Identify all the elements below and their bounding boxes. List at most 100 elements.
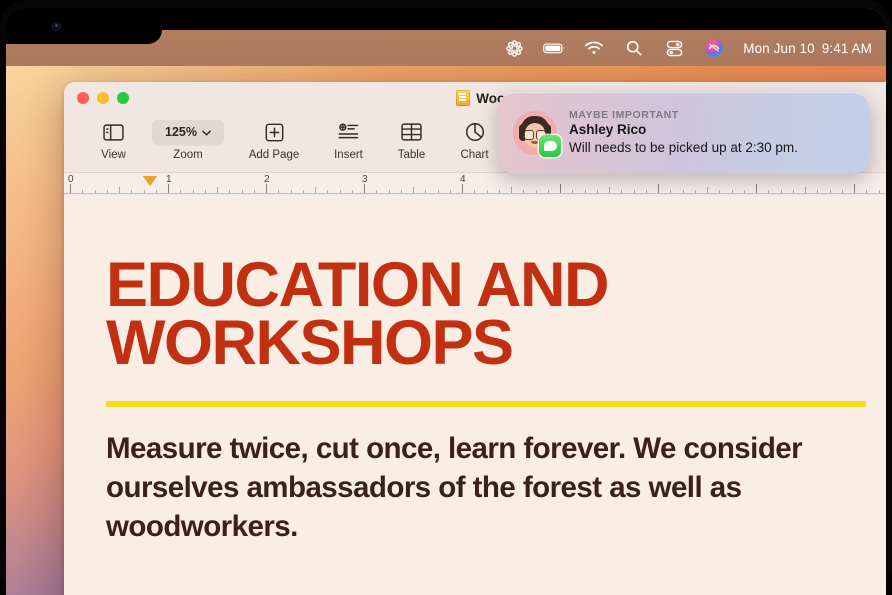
laptop-screen: Mon Jun 10 9:41 AM Woodcra bbox=[0, 0, 892, 595]
ruler-tick bbox=[768, 189, 770, 193]
ruler-tick bbox=[645, 189, 647, 193]
ruler-tick bbox=[143, 189, 145, 193]
toolbar-add-page-button[interactable]: Add Page bbox=[231, 116, 317, 161]
ruler-tick bbox=[829, 189, 831, 193]
ruler-tick bbox=[462, 184, 463, 193]
camera-icon bbox=[52, 22, 61, 31]
yellow-divider-rule bbox=[106, 400, 866, 407]
ruler-tick bbox=[229, 189, 231, 193]
ruler-tick bbox=[425, 189, 427, 193]
ruler-tick bbox=[155, 189, 157, 193]
document-ruler[interactable]: 0 1 2 3 4 bbox=[64, 172, 886, 194]
ruler-tick bbox=[290, 189, 292, 193]
ruler-tick bbox=[94, 189, 96, 193]
control-center-icon[interactable] bbox=[663, 37, 685, 59]
ruler-tick bbox=[82, 189, 84, 193]
insert-icon bbox=[338, 119, 359, 145]
battery-icon[interactable] bbox=[543, 37, 565, 59]
ruler-tick bbox=[743, 189, 745, 193]
search-icon[interactable] bbox=[623, 37, 645, 59]
ruler-tick bbox=[486, 189, 488, 193]
toolbar-insert-label: Insert bbox=[334, 149, 363, 161]
ruler-tick bbox=[866, 189, 868, 193]
menu-bar-time: 9:41 AM bbox=[821, 40, 872, 56]
display-area: Mon Jun 10 9:41 AM Woodcra bbox=[6, 8, 886, 595]
ruler-tick bbox=[315, 187, 316, 193]
ruler-tick bbox=[339, 189, 341, 193]
ruler-tick bbox=[351, 189, 353, 193]
ruler-tick bbox=[535, 189, 537, 193]
toolbar-table-label: Table bbox=[397, 149, 426, 161]
ruler-tick bbox=[523, 189, 525, 193]
menu-bar-clock[interactable]: Mon Jun 10 9:41 AM bbox=[743, 41, 872, 56]
menu-bar-status-items: Mon Jun 10 9:41 AM bbox=[503, 30, 872, 66]
ruler-tick bbox=[70, 184, 71, 193]
indent-marker-icon[interactable] bbox=[143, 176, 157, 186]
zoom-value: 125% bbox=[165, 125, 197, 139]
ruler-tick bbox=[817, 189, 819, 193]
toolbar-chart-label: Chart bbox=[460, 149, 489, 161]
ruler-tick bbox=[253, 189, 255, 193]
ruler-tick bbox=[682, 189, 684, 193]
toolbar-insert-button[interactable]: Insert bbox=[317, 116, 380, 161]
ruler-tick bbox=[413, 187, 414, 193]
page-subhead: Measure twice, cut once, learn forever. … bbox=[106, 431, 803, 544]
ruler-tick bbox=[131, 189, 133, 193]
window-controls bbox=[77, 92, 129, 104]
messages-icon bbox=[539, 135, 561, 157]
notification-message: Will needs to be picked up at 2:30 pm. bbox=[569, 140, 798, 155]
ruler-tick bbox=[780, 189, 782, 193]
ruler-tick bbox=[474, 189, 476, 193]
ruler-tick bbox=[449, 189, 451, 193]
ruler-tick bbox=[658, 184, 659, 193]
control-center-gear-icon[interactable] bbox=[503, 37, 525, 59]
ruler-tick bbox=[719, 189, 721, 193]
ruler-tick bbox=[670, 189, 672, 193]
ruler-tick bbox=[204, 189, 206, 193]
ruler-tick bbox=[707, 187, 708, 193]
display-notch bbox=[6, 8, 162, 44]
ruler-tick bbox=[327, 189, 329, 193]
toolbar-table-button[interactable]: Table bbox=[380, 116, 443, 161]
notification-text: MAYBE IMPORTANT Ashley Rico Will needs t… bbox=[569, 109, 798, 157]
siri-icon[interactable] bbox=[703, 37, 725, 59]
toolbar-chart-button[interactable]: Chart bbox=[443, 116, 506, 161]
toolbar-view-button[interactable]: View bbox=[82, 116, 145, 161]
ruler-tick bbox=[241, 189, 243, 193]
sidebar-icon bbox=[103, 119, 124, 145]
toolbar-add-page-label: Add Page bbox=[248, 149, 300, 161]
notification-banner[interactable]: MAYBE IMPORTANT Ashley Rico Will needs t… bbox=[498, 92, 870, 174]
ruler-tick bbox=[805, 187, 806, 193]
ruler-tick bbox=[217, 187, 218, 193]
ruler-tick bbox=[584, 189, 586, 193]
wifi-icon[interactable] bbox=[583, 37, 605, 59]
ruler-tick bbox=[498, 189, 500, 193]
ruler-tick bbox=[841, 189, 843, 193]
add-page-icon bbox=[265, 119, 284, 145]
toolbar-view-label: View bbox=[101, 149, 126, 161]
ruler-tick bbox=[878, 189, 880, 193]
ruler-tick bbox=[168, 184, 169, 193]
ruler-tick bbox=[621, 189, 623, 193]
chart-pie-icon bbox=[465, 119, 485, 145]
ruler-tick bbox=[511, 187, 512, 193]
ruler-tick bbox=[547, 189, 549, 193]
ruler-tick bbox=[756, 184, 757, 193]
ruler-tick bbox=[119, 187, 120, 193]
page-headline: Education and Workshops bbox=[106, 250, 609, 378]
ruler-tick bbox=[278, 189, 280, 193]
toolbar-zoom-control[interactable]: 125% Zoom bbox=[145, 116, 231, 161]
close-button[interactable] bbox=[77, 92, 89, 104]
zoom-value-pill[interactable]: 125% bbox=[152, 119, 224, 145]
ruler-tick bbox=[792, 189, 794, 193]
toolbar-zoom-label: Zoom bbox=[173, 149, 203, 161]
minimize-button[interactable] bbox=[97, 92, 109, 104]
ruler-tick bbox=[388, 189, 390, 193]
zoom-button[interactable] bbox=[117, 92, 129, 104]
ruler-tick bbox=[609, 187, 610, 193]
document-page[interactable]: Education and Workshops Measure twice, c… bbox=[64, 195, 886, 595]
notification-kicker: MAYBE IMPORTANT bbox=[569, 109, 679, 122]
menu-bar-date: Mon Jun 10 bbox=[743, 40, 815, 56]
ruler-tick bbox=[266, 184, 267, 193]
ruler-tick bbox=[400, 189, 402, 193]
